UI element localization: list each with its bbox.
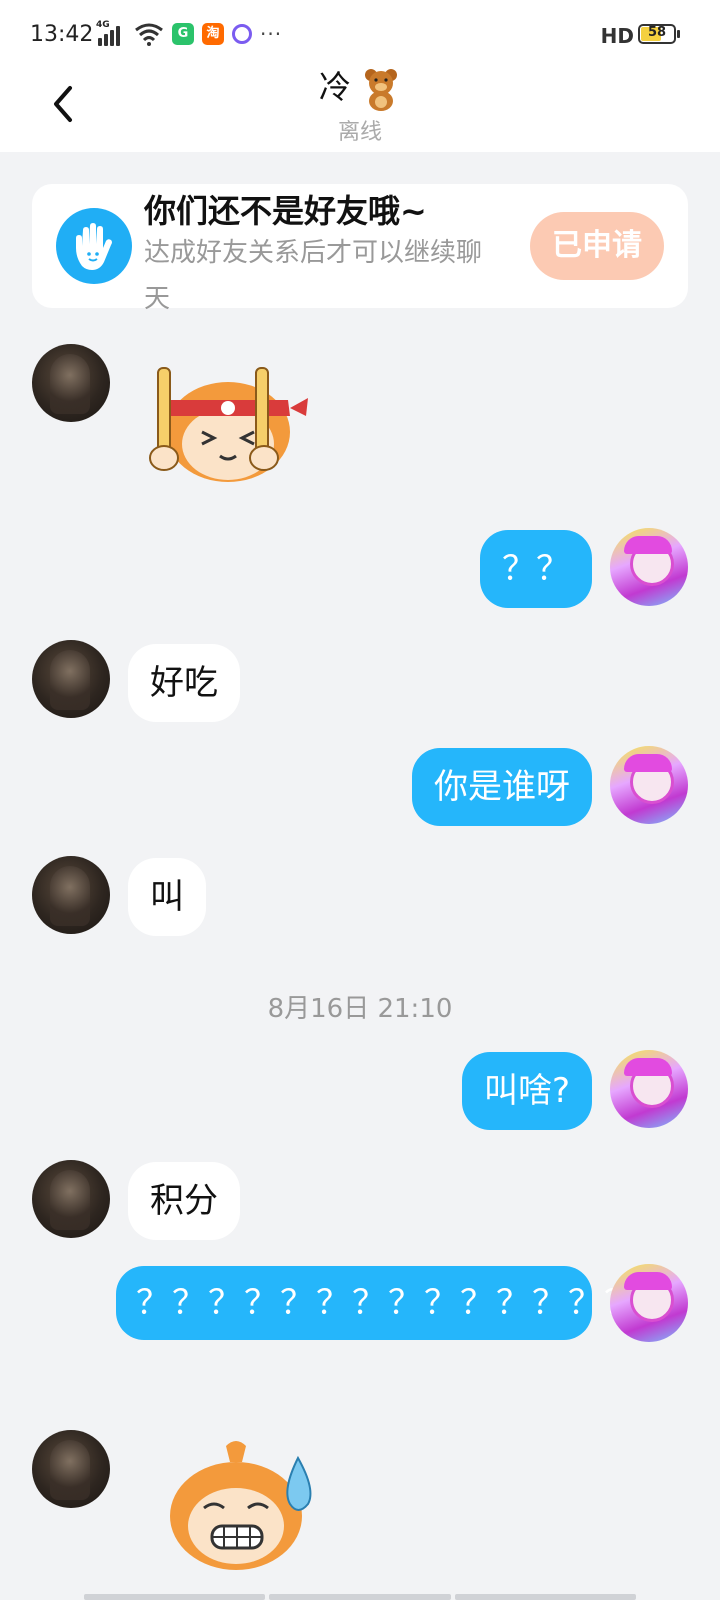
battery-level: 58 [647,25,667,40]
more-notifications-icon: ··· [260,22,283,46]
headband-cat-sticker[interactable] [140,360,310,490]
outgoing-message[interactable]: 叫啥? [461,1052,592,1130]
banner-description: 达成好友关系后才可以继续聊天 [144,238,483,314]
chat-title: 冷 [0,62,720,111]
avatar[interactable] [32,640,110,718]
chat-header: 冷 离线 [0,60,720,152]
avatar[interactable] [32,344,110,422]
my-avatar[interactable] [610,1264,688,1342]
outgoing-message[interactable]: ？？？？？？？？？？？？？？？ [116,1266,674,1340]
app-notification-icon: G [172,23,194,45]
hd-indicator: HD [600,24,634,48]
outgoing-message[interactable]: 你是谁呀 [412,748,592,826]
network-type-label: 4G [96,20,110,30]
online-status: 离线 [337,120,382,145]
battery-icon: 58 [638,24,680,44]
message-timestamp: 8月16日 21:10 [267,994,453,1024]
status-time: 13:42 [30,22,94,47]
not-friends-banner: 你们还不是好友哦~ 达成好友关系后才可以继续聊天 已申请 [32,184,688,314]
incoming-message[interactable]: 积分 [128,1162,240,1240]
purple-app-notification-icon [232,24,252,44]
avatar[interactable] [32,856,110,934]
hand-icon [56,208,132,284]
contact-name: 冷 [318,68,351,106]
sweating-cat-sticker[interactable] [156,1440,326,1570]
my-avatar[interactable] [610,1050,688,1128]
my-avatar[interactable] [610,746,688,824]
incoming-message[interactable]: 叫 [128,858,206,936]
banner-title: 你们还不是好友哦~ [144,192,427,230]
avatar[interactable] [32,1430,110,1508]
taobao-notification-icon: 淘 [202,23,224,45]
status-icons: 4G G 淘 ··· [96,20,283,46]
cellular-signal-icon: 4G [96,20,126,46]
avatar[interactable] [32,1160,110,1238]
applied-button[interactable]: 已申请 [530,212,664,280]
input-bar-edge [84,1594,636,1600]
my-avatar[interactable] [610,528,688,606]
outgoing-message[interactable]: ？？ [480,530,592,608]
wifi-icon [135,23,163,46]
incoming-message[interactable]: 好吃 [128,644,240,722]
teddy-bear-icon [365,69,398,111]
